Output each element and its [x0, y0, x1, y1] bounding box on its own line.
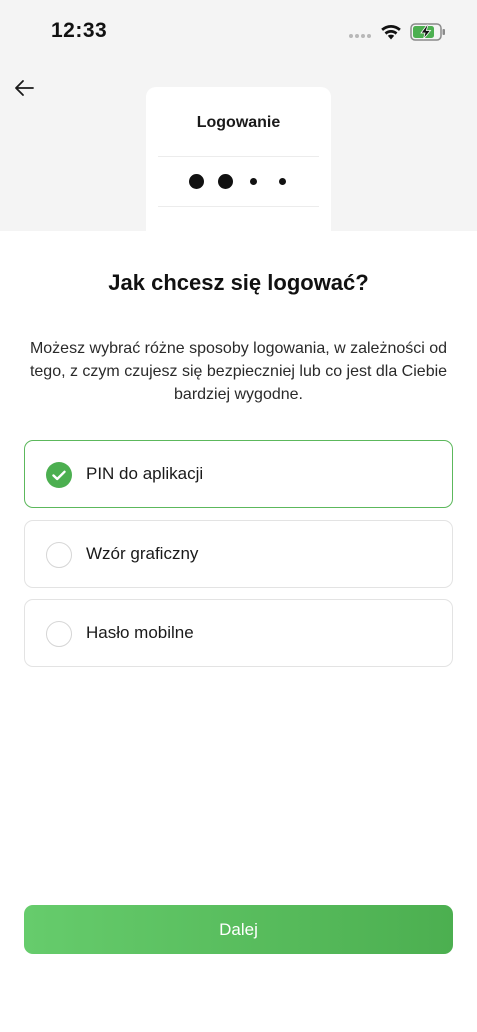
divider — [158, 206, 319, 207]
top-illustration-area: 12:33 Logowanie — [0, 0, 477, 231]
option-label: PIN do aplikacji — [86, 464, 204, 483]
pin-dot-empty — [250, 178, 257, 185]
pin-dot-empty — [279, 178, 286, 185]
radio-unchecked-icon — [46, 542, 72, 568]
status-bar: 12:33 — [0, 0, 477, 60]
radio-checked-icon — [46, 462, 72, 488]
battery-charging-icon — [410, 23, 445, 41]
login-preview-card: Logowanie — [146, 87, 331, 231]
pin-dot-filled — [218, 174, 233, 189]
divider — [158, 156, 319, 157]
option-label: Wzór graficzny — [86, 544, 199, 563]
page-description: Możesz wybrać różne sposoby logowania, w… — [29, 340, 448, 403]
login-option-password[interactable]: Hasło mobilne — [24, 599, 453, 667]
next-button[interactable]: Dalej — [24, 905, 453, 954]
signal-dots-icon — [349, 34, 371, 38]
login-option-pin[interactable]: PIN do aplikacji — [24, 440, 453, 508]
radio-unchecked-icon — [46, 621, 72, 647]
pin-dots-indicator — [146, 174, 331, 190]
pin-dot-filled — [189, 174, 204, 189]
login-option-pattern[interactable]: Wzór graficzny — [24, 520, 453, 588]
back-button[interactable] — [10, 74, 38, 102]
status-time: 12:33 — [51, 19, 108, 42]
option-label: Hasło mobilne — [86, 623, 194, 642]
page-title: Jak chcesz się logować? — [108, 270, 369, 295]
arrow-left-icon — [15, 80, 34, 96]
preview-title: Logowanie — [196, 114, 281, 131]
wifi-icon — [381, 24, 401, 40]
